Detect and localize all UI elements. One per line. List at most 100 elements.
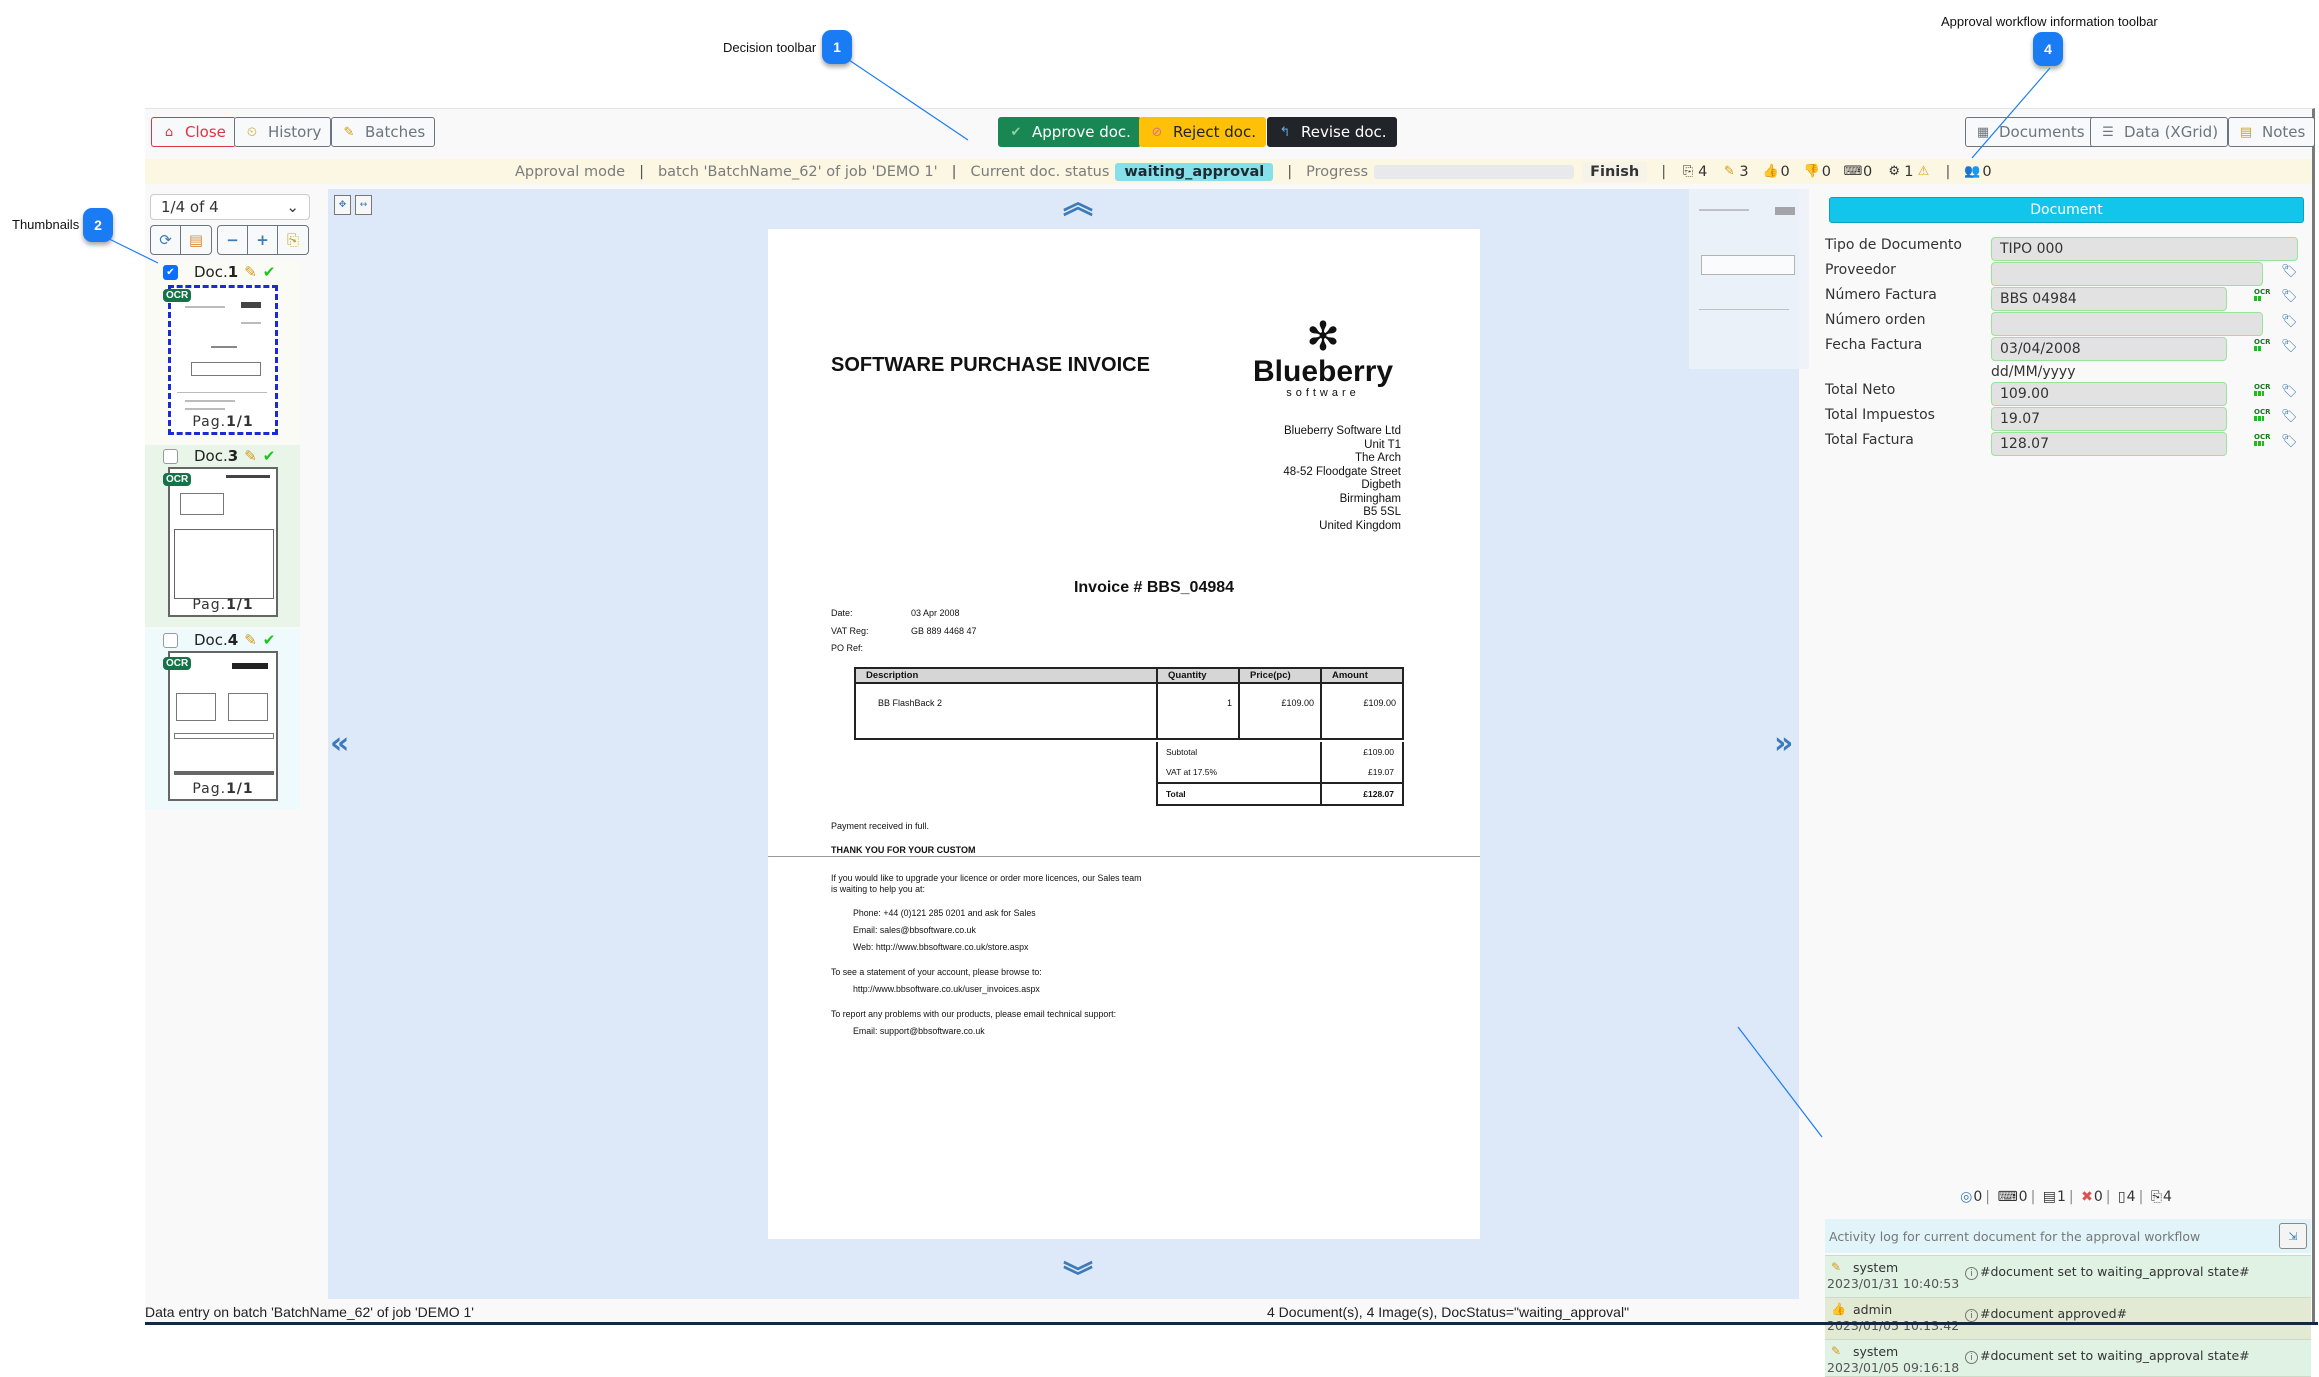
thumbnail-image[interactable]: Pag.1/1: [168, 651, 278, 801]
ocr-badge: OCR: [163, 473, 192, 486]
doc-status-label: Current doc. status: [970, 163, 1110, 180]
field-fecha-factura: Fecha Factura 03/04/2008 OCR 🏷: [1821, 337, 2311, 362]
thumbnail-image[interactable]: Pag.1/1: [168, 285, 278, 435]
stamp-icon: ✎: [244, 263, 257, 281]
fit-width-icon[interactable]: ↔: [355, 195, 372, 215]
revise-doc-button[interactable]: ↰ Revise doc.: [1267, 117, 1397, 147]
logo-mark-icon: ✻: [1306, 315, 1340, 359]
status-left-text: Data entry on batch 'BatchName_62' of jo…: [145, 1304, 474, 1320]
invoice-title: SOFTWARE PURCHASE INVOICE: [831, 354, 1150, 376]
document-section-header[interactable]: Document: [1829, 197, 2304, 223]
separator: |: [1945, 163, 1951, 180]
total-neto-input[interactable]: 109.00: [1991, 382, 2227, 406]
stamp-icon: ✎: [1723, 164, 1735, 179]
zoom-out-button[interactable]: −: [218, 226, 248, 254]
fit-width-button[interactable]: ▤: [181, 226, 211, 254]
next-document-arrow[interactable]: »: [1774, 729, 1793, 759]
document-viewer[interactable]: ✥ ↔ ︽ ︾ « » SOFTWARE PURCHASE INVOICE ✻ …: [328, 189, 1809, 1299]
total-impuestos-input[interactable]: 19.07: [1991, 407, 2227, 431]
thumbnail-doc-4[interactable]: Doc.4 ✎ ✔ OCR Pag.1/1: [145, 629, 300, 809]
reject-doc-button[interactable]: ⊘ Reject doc.: [1139, 117, 1266, 147]
users-icon: 👥: [1964, 164, 1981, 179]
tag-icon[interactable]: 🏷: [2281, 384, 2298, 399]
callout-label-decision-toolbar: Decision toolbar: [723, 40, 817, 55]
document-pager-select[interactable]: 1/4 of 4 ⌄: [150, 194, 310, 220]
documents-button[interactable]: ▦ Documents: [1965, 117, 2095, 147]
copy-pages-button[interactable]: ⎘: [278, 226, 308, 254]
expand-icon: ⇲: [2288, 1229, 2298, 1243]
notes-button[interactable]: ▤ Notes: [2228, 117, 2316, 147]
counter-scan: ◎ 0: [1960, 1189, 1983, 1205]
invoice-meta: Date: 03 Apr 2008 VAT Reg: GB 889 4468 47 …: [831, 608, 977, 653]
ocr-badge: OCR: [163, 657, 192, 670]
zoom-in-button[interactable]: +: [248, 226, 278, 254]
check-icon: ✔: [262, 263, 276, 281]
previous-page-arrow[interactable]: ︽: [1063, 189, 1093, 219]
ocr-confidence-icon: OCR: [2254, 339, 2270, 351]
numero-factura-input[interactable]: BBS 04984: [1991, 287, 2227, 311]
tag-icon[interactable]: 🏷: [2281, 434, 2298, 449]
stat-rejected: 👎 0: [1803, 163, 1832, 180]
date-format-hint: dd/MM/yyyy: [1991, 364, 2076, 380]
log-entry: ✎ system 2023/01/31 10:40:53 i #document …: [1825, 1255, 2311, 1297]
page-preview-minimap[interactable]: [1689, 189, 1809, 369]
tipo-documento-input[interactable]: TIPO 000: [1991, 237, 2298, 261]
stamp-icon: ✎: [1831, 1260, 1842, 1274]
batches-button[interactable]: ✎ Batches: [331, 117, 436, 147]
tag-icon[interactable]: 🏷: [2281, 339, 2298, 354]
rotate-button[interactable]: ⟳: [151, 226, 181, 254]
rotate-icon: ⟳: [159, 231, 172, 249]
approval-mode-label: Approval mode: [515, 163, 626, 180]
document-icon: ▯: [2117, 1189, 2126, 1205]
history-button[interactable]: ⏲ History: [234, 117, 332, 147]
thumbnail-checkbox[interactable]: [163, 632, 178, 648]
status-right-text: 4 Document(s), 4 Image(s), DocStatus="wa…: [1267, 1304, 1630, 1320]
check-icon: ✔: [262, 631, 276, 649]
proveedor-input[interactable]: [1991, 262, 2263, 286]
thumbnail-doc-1[interactable]: ✔ Doc.1 ✎ ✔ OCR Pag.1/1: [145, 261, 300, 443]
blueberry-logo: ✻ Blueberry software: [1253, 315, 1394, 399]
thumbnail-checkbox[interactable]: [163, 448, 178, 464]
log-entry: ✎ system 2023/01/05 09:16:18 i #document …: [1825, 1339, 2311, 1377]
field-total-impuestos: Total Impuestos 19.07 OCR 🏷: [1821, 407, 2311, 432]
close-button[interactable]: ⌂ Close: [151, 117, 236, 147]
check-icon: ✔: [1010, 124, 1022, 140]
view-button-group: ⟳ ▤: [150, 225, 212, 255]
field-numero-factura: Número Factura BBS 04984 OCR 🏷: [1821, 287, 2311, 312]
tag-icon[interactable]: 🏷: [2281, 409, 2298, 424]
plus-icon: +: [256, 231, 269, 249]
thumbnail-doc-3[interactable]: Doc.3 ✎ ✔ OCR Pag.1/1: [145, 445, 300, 627]
numero-orden-input[interactable]: [1991, 312, 2263, 336]
thumbnail-checkbox[interactable]: ✔: [163, 264, 178, 280]
error-icon: ✖: [2081, 1189, 2093, 1205]
status-badge: waiting_approval: [1115, 162, 1274, 181]
tag-icon[interactable]: 🏷: [2281, 264, 2298, 279]
field-numero-orden: Número orden 🏷: [1821, 312, 2311, 337]
ocr-confidence-icon: OCR: [2254, 434, 2270, 446]
tag-icon[interactable]: 🏷: [2281, 289, 2298, 304]
stamp-icon: ✎: [1831, 1344, 1842, 1358]
next-page-arrow[interactable]: ︾: [1063, 1263, 1093, 1293]
minus-icon: −: [226, 231, 239, 249]
data-xgrid-button[interactable]: ☰ Data (XGrid): [2090, 117, 2229, 147]
fecha-factura-input[interactable]: 03/04/2008: [1991, 337, 2227, 361]
field-tipo-documento: Tipo de Documento TIPO 000: [1821, 237, 2311, 262]
table-row: Total £128.07: [1156, 782, 1404, 806]
total-factura-input[interactable]: 128.07: [1991, 432, 2227, 456]
counter-form: ▤ 1: [2042, 1189, 2066, 1205]
thumbs-up-icon: 👍: [1762, 164, 1779, 179]
tag-icon[interactable]: 🏷: [2281, 314, 2298, 329]
copy-icon: ⎘: [286, 231, 299, 249]
thumbs-down-icon: 👎: [1803, 164, 1820, 179]
separator: |: [1287, 163, 1293, 180]
thumbnail-image[interactable]: Pag.1/1: [168, 467, 278, 617]
activity-log-header: Activity log for current document for th…: [1825, 1219, 2311, 1253]
approve-doc-button[interactable]: ✔ Approve doc.: [998, 117, 1141, 147]
invoice-page: SOFTWARE PURCHASE INVOICE ✻ Blueberry so…: [768, 229, 1480, 1239]
invoice-number: Invoice # BBS_04984: [1073, 579, 1235, 596]
info-icon: i: [1965, 1267, 1978, 1280]
stat-keyboard: ⌨ 0: [1843, 163, 1873, 180]
expand-log-button[interactable]: ⇲: [2279, 1223, 2307, 1249]
fit-page-icon[interactable]: ✥: [334, 195, 351, 215]
previous-document-arrow[interactable]: «: [330, 729, 349, 759]
